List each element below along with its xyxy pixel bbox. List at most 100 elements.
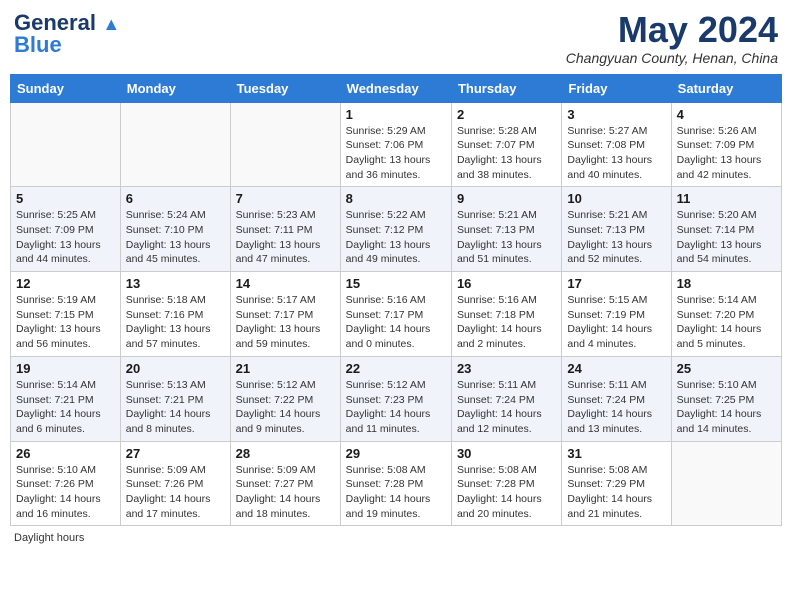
calendar-week-row: 26Sunrise: 5:10 AM Sunset: 7:26 PM Dayli… [11,441,782,526]
day-number: 7 [236,191,335,206]
table-row [11,102,121,187]
day-number: 23 [457,361,556,376]
day-info: Sunrise: 5:11 AM Sunset: 7:24 PM Dayligh… [567,378,665,437]
table-row: 9 Sunrise: 5:21 AM Sunset: 7:13 PM Daylig… [451,187,561,272]
day-info: Sunrise: 5:23 AM Sunset: 7:11 PM Dayligh… [236,208,335,267]
day-info: Sunrise: 5:26 AM Sunset: 7:09 PM Dayligh… [677,124,776,183]
day-info: Sunrise: 5:14 AM Sunset: 7:21 PM Dayligh… [16,378,115,437]
header-saturday: Saturday [671,74,781,102]
calendar-week-row: 5Sunrise: 5:25 AM Sunset: 7:09 PM Daylig… [11,187,782,272]
day-info: Sunrise: 5:24 AM Sunset: 7:10 PM Dayligh… [126,208,225,267]
table-row: 16Sunrise: 5:16 AM Sunset: 7:18 PM Dayli… [451,272,561,357]
day-number: 15 [346,276,446,291]
table-row: 31 Sunrise: 5:08 AM Sunset: 7:29 PM Dayli… [562,441,671,526]
day-number: 21 [236,361,335,376]
table-row: 4 Sunrise: 5:26 AM Sunset: 7:09 PM Daylig… [671,102,781,187]
day-info: Sunrise: 5:08 AM Sunset: 7:28 PM Dayligh… [457,463,556,522]
day-info: Sunrise: 5:15 AM Sunset: 7:19 PM Dayligh… [567,293,665,352]
table-row: 23 Sunrise: 5:11 AM Sunset: 7:24 PM Dayli… [451,356,561,441]
table-row: 3Sunrise: 5:27 AM Sunset: 7:08 PM Daylig… [562,102,671,187]
day-info: Sunrise: 5:10 AM Sunset: 7:25 PM Dayligh… [677,378,776,437]
day-info: Sunrise: 5:29 AM Sunset: 7:06 PM Dayligh… [346,124,446,183]
table-row [230,102,340,187]
table-row: 5Sunrise: 5:25 AM Sunset: 7:09 PM Daylig… [11,187,121,272]
day-info: Sunrise: 5:12 AM Sunset: 7:23 PM Dayligh… [346,378,446,437]
day-info: Sunrise: 5:13 AM Sunset: 7:21 PM Dayligh… [126,378,225,437]
table-row: 8Sunrise: 5:22 AM Sunset: 7:12 PM Daylig… [340,187,451,272]
day-info: Sunrise: 5:17 AM Sunset: 7:17 PM Dayligh… [236,293,335,352]
day-number: 1 [346,107,446,122]
day-number: 10 [567,191,665,206]
day-info: Sunrise: 5:19 AM Sunset: 7:15 PM Dayligh… [16,293,115,352]
day-info: Sunrise: 5:18 AM Sunset: 7:16 PM Dayligh… [126,293,225,352]
table-row: 28Sunrise: 5:09 AM Sunset: 7:27 PM Dayli… [230,441,340,526]
table-row: 1 Sunrise: 5:29 AM Sunset: 7:06 PM Daylig… [340,102,451,187]
table-row: 2Sunrise: 5:28 AM Sunset: 7:07 PM Daylig… [451,102,561,187]
table-row [120,102,230,187]
subtitle: Changyuan County, Henan, China [566,50,778,66]
day-info: Sunrise: 5:21 AM Sunset: 7:13 PM Dayligh… [457,208,556,267]
header-sunday: Sunday [11,74,121,102]
day-info: Sunrise: 5:16 AM Sunset: 7:18 PM Dayligh… [457,293,556,352]
day-info: Sunrise: 5:08 AM Sunset: 7:28 PM Dayligh… [346,463,446,522]
day-number: 19 [16,361,115,376]
table-row: 13 Sunrise: 5:18 AM Sunset: 7:16 PM Dayli… [120,272,230,357]
table-row: 27 Sunrise: 5:09 AM Sunset: 7:26 PM Dayli… [120,441,230,526]
table-row: 30Sunrise: 5:08 AM Sunset: 7:28 PM Dayli… [451,441,561,526]
day-info: Sunrise: 5:27 AM Sunset: 7:08 PM Dayligh… [567,124,665,183]
header-monday: Monday [120,74,230,102]
day-info: Sunrise: 5:16 AM Sunset: 7:17 PM Dayligh… [346,293,446,352]
day-info: Sunrise: 5:11 AM Sunset: 7:24 PM Dayligh… [457,378,556,437]
header-tuesday: Tuesday [230,74,340,102]
day-info: Sunrise: 5:10 AM Sunset: 7:26 PM Dayligh… [16,463,115,522]
table-row: 21 Sunrise: 5:12 AM Sunset: 7:22 PM Dayli… [230,356,340,441]
day-number: 29 [346,446,446,461]
header-thursday: Thursday [451,74,561,102]
day-number: 11 [677,191,776,206]
day-number: 14 [236,276,335,291]
day-info: Sunrise: 5:08 AM Sunset: 7:29 PM Dayligh… [567,463,665,522]
day-number: 13 [126,276,225,291]
table-row: 12Sunrise: 5:19 AM Sunset: 7:15 PM Dayli… [11,272,121,357]
table-row: 26Sunrise: 5:10 AM Sunset: 7:26 PM Dayli… [11,441,121,526]
table-row: 17 Sunrise: 5:15 AM Sunset: 7:19 PM Dayli… [562,272,671,357]
table-row: 7 Sunrise: 5:23 AM Sunset: 7:11 PM Daylig… [230,187,340,272]
table-row: 6 Sunrise: 5:24 AM Sunset: 7:10 PM Daylig… [120,187,230,272]
header-wednesday: Wednesday [340,74,451,102]
day-number: 17 [567,276,665,291]
day-number: 27 [126,446,225,461]
calendar-week-row: 1 Sunrise: 5:29 AM Sunset: 7:06 PM Daylig… [11,102,782,187]
footer: Daylight hours [10,532,782,544]
calendar-header-row: Sunday Monday Tuesday Wednesday Thursday… [11,74,782,102]
table-row: 29 Sunrise: 5:08 AM Sunset: 7:28 PM Dayli… [340,441,451,526]
day-info: Sunrise: 5:12 AM Sunset: 7:22 PM Dayligh… [236,378,335,437]
calendar-table: Sunday Monday Tuesday Wednesday Thursday… [10,74,782,527]
table-row [671,441,781,526]
day-info: Sunrise: 5:28 AM Sunset: 7:07 PM Dayligh… [457,124,556,183]
day-info: Sunrise: 5:14 AM Sunset: 7:20 PM Dayligh… [677,293,776,352]
daylight-label: Daylight hours [14,532,84,544]
day-number: 4 [677,107,776,122]
day-number: 25 [677,361,776,376]
calendar-week-row: 12Sunrise: 5:19 AM Sunset: 7:15 PM Dayli… [11,272,782,357]
page-header: General ▲ Blue May 2024 Changyuan County… [10,10,782,66]
table-row: 22Sunrise: 5:12 AM Sunset: 7:23 PM Dayli… [340,356,451,441]
table-row: 10Sunrise: 5:21 AM Sunset: 7:13 PM Dayli… [562,187,671,272]
header-friday: Friday [562,74,671,102]
table-row: 19 Sunrise: 5:14 AM Sunset: 7:21 PM Dayli… [11,356,121,441]
day-number: 9 [457,191,556,206]
table-row: 20Sunrise: 5:13 AM Sunset: 7:21 PM Dayli… [120,356,230,441]
day-info: Sunrise: 5:09 AM Sunset: 7:27 PM Dayligh… [236,463,335,522]
day-number: 6 [126,191,225,206]
day-number: 31 [567,446,665,461]
logo-blue: Blue [14,32,62,58]
day-number: 18 [677,276,776,291]
month-title: May 2024 [566,10,778,50]
title-block: May 2024 Changyuan County, Henan, China [566,10,778,66]
calendar-week-row: 19 Sunrise: 5:14 AM Sunset: 7:21 PM Dayli… [11,356,782,441]
day-info: Sunrise: 5:09 AM Sunset: 7:26 PM Dayligh… [126,463,225,522]
table-row: 14 Sunrise: 5:17 AM Sunset: 7:17 PM Dayli… [230,272,340,357]
day-number: 5 [16,191,115,206]
table-row: 18 Sunrise: 5:14 AM Sunset: 7:20 PM Dayli… [671,272,781,357]
table-row: 15 Sunrise: 5:16 AM Sunset: 7:17 PM Dayli… [340,272,451,357]
